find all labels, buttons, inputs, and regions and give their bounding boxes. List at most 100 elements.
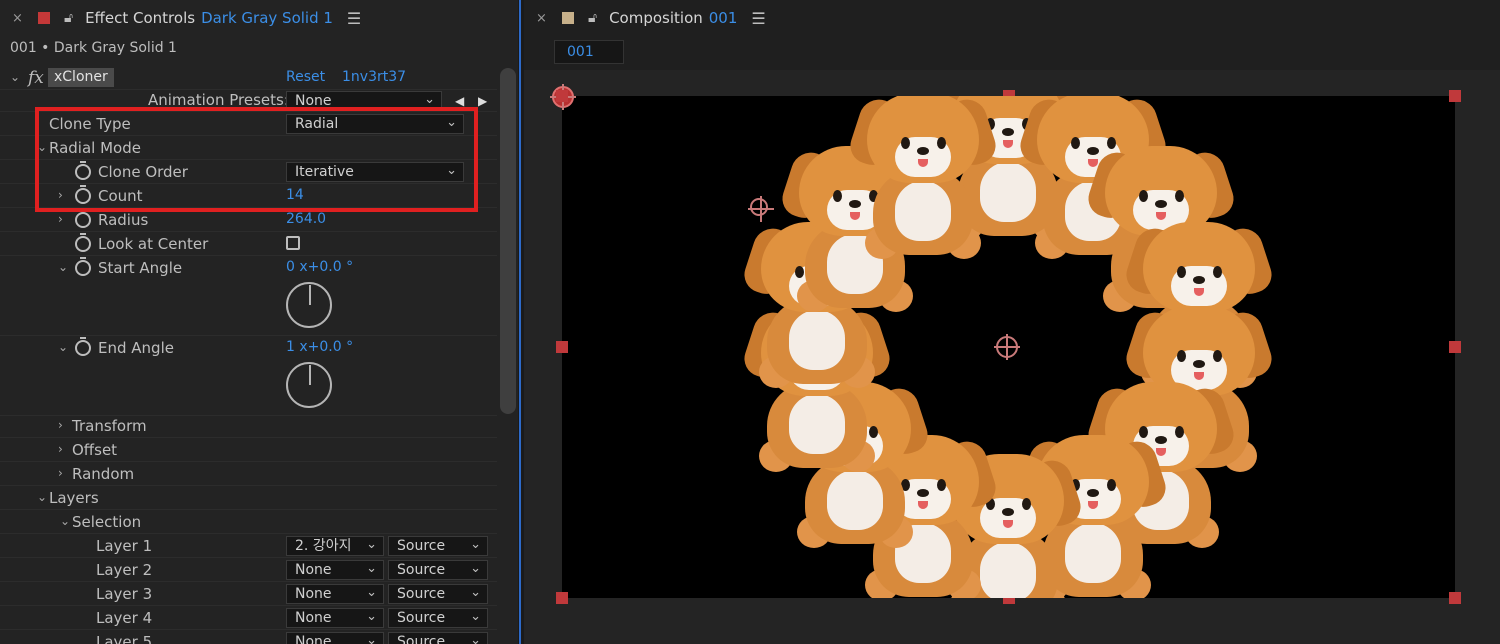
reset-button[interactable]: Reset: [286, 69, 325, 85]
vertical-scrollbar[interactable]: [500, 68, 516, 414]
panel-layer-name[interactable]: Dark Gray Solid 1: [201, 9, 333, 27]
chevron-down-icon[interactable]: ⌄: [10, 70, 20, 84]
source-value: Source: [397, 538, 446, 554]
composition-name[interactable]: 001: [709, 9, 738, 27]
puppy-clone: [845, 96, 1001, 265]
effect-name[interactable]: xCloner: [48, 68, 114, 87]
panel-title: Composition: [609, 9, 703, 27]
source-dropdown[interactable]: Source ⌄: [388, 632, 488, 644]
layer-label: Layer 2: [96, 561, 153, 579]
start-angle-dial[interactable]: [286, 282, 332, 328]
chevron-down-icon[interactable]: ⌄: [37, 490, 47, 504]
source-dropdown[interactable]: Source ⌄: [388, 560, 488, 580]
radius-value[interactable]: 264.0: [286, 211, 326, 227]
layer-value: None: [295, 562, 332, 578]
chevron-right-icon[interactable]: ›: [58, 466, 63, 480]
layer-value: 2. 강아지: [295, 538, 352, 554]
chevron-down-icon: ⌄: [470, 561, 481, 576]
layer-path: 001 • Dark Gray Solid 1: [10, 40, 177, 56]
layers-group[interactable]: ⌄ Layers: [0, 486, 497, 510]
composition-flow-tab[interactable]: 001: [554, 40, 624, 64]
offset-label: Offset: [72, 441, 118, 459]
chevron-down-icon: ⌄: [470, 585, 481, 600]
chevron-down-icon[interactable]: ⌄: [60, 514, 70, 528]
about-link[interactable]: 1nv3rt37: [342, 69, 406, 85]
end-angle-value[interactable]: 1 x+0.0 °: [286, 339, 353, 355]
transform-label: Transform: [72, 417, 147, 435]
source-value: Source: [397, 610, 446, 626]
layer-row-5: Layer 5 None ⌄ Source ⌄: [0, 630, 497, 644]
look-at-center-checkbox[interactable]: [286, 236, 300, 250]
offset-group[interactable]: › Offset: [0, 438, 497, 462]
layer-value: None: [295, 586, 332, 602]
layer-row-3: Layer 3 None ⌄ Source ⌄: [0, 582, 497, 606]
composition-tab[interactable]: × 🔓︎ Composition 001 ☰: [524, 0, 1500, 36]
fx-icon[interactable]: fx: [28, 68, 44, 88]
anchor-point-icon[interactable]: [994, 334, 1020, 360]
transform-handle[interactable]: [1449, 592, 1461, 604]
transform-group[interactable]: › Transform: [0, 414, 497, 438]
look-at-center-label: Look at Center: [98, 235, 209, 253]
label-color-swatch[interactable]: [562, 12, 574, 24]
lock-icon[interactable]: 🔓︎: [64, 10, 73, 26]
end-angle-dial[interactable]: [286, 362, 332, 408]
chevron-down-icon[interactable]: ⌄: [58, 340, 68, 354]
layer-dropdown[interactable]: None ⌄: [286, 608, 384, 628]
close-tab-icon[interactable]: ×: [12, 11, 32, 26]
chevron-down-icon: ⌄: [470, 633, 481, 644]
transform-handle[interactable]: [556, 341, 568, 353]
layer-dropdown[interactable]: None ⌄: [286, 560, 384, 580]
transform-handle[interactable]: [1449, 341, 1461, 353]
stopwatch-icon[interactable]: [75, 257, 91, 276]
close-tab-icon[interactable]: ×: [536, 11, 556, 26]
layer-row-2: Layer 2 None ⌄ Source ⌄: [0, 558, 497, 582]
effect-header-row[interactable]: ⌄ fx xCloner Reset 1nv3rt37: [0, 66, 497, 90]
effect-controls-tab[interactable]: × 🔓︎ Effect Controls Dark Gray Solid 1 ☰: [0, 0, 518, 36]
source-value: Source: [397, 586, 446, 602]
source-dropdown[interactable]: Source ⌄: [388, 536, 488, 556]
source-value: Source: [397, 634, 446, 644]
label-color-swatch[interactable]: [38, 12, 50, 24]
composition-frame[interactable]: [562, 96, 1455, 598]
composition-viewer[interactable]: [524, 70, 1500, 644]
layer-row-1: Layer 1 2. 강아지 ⌄ Source ⌄: [0, 534, 497, 558]
transform-handle[interactable]: [1449, 90, 1461, 102]
chevron-down-icon: ⌄: [366, 537, 377, 552]
layer-value: None: [295, 634, 332, 644]
panel-menu-icon[interactable]: ☰: [751, 9, 765, 28]
layer-dropdown[interactable]: None ⌄: [286, 632, 384, 644]
layer-dropdown[interactable]: 2. 강아지 ⌄: [286, 536, 384, 556]
chevron-down-icon: ⌄: [366, 585, 377, 600]
stopwatch-icon[interactable]: [75, 233, 91, 252]
panel-menu-icon[interactable]: ☰: [347, 9, 361, 28]
selection-group[interactable]: ⌄ Selection: [0, 510, 497, 534]
chevron-down-icon: ⌄: [366, 561, 377, 576]
source-value: Source: [397, 562, 446, 578]
lock-icon[interactable]: 🔓︎: [588, 10, 597, 26]
layer-label: Layer 4: [96, 609, 153, 627]
chevron-right-icon[interactable]: ›: [58, 212, 63, 226]
layer-label: Layer 1: [96, 537, 153, 555]
start-angle-value[interactable]: 0 x+0.0 °: [286, 259, 353, 275]
selection-label: Selection: [72, 513, 142, 531]
stopwatch-icon[interactable]: [75, 209, 91, 228]
transform-handle[interactable]: [556, 592, 568, 604]
chevron-right-icon[interactable]: ›: [58, 418, 63, 432]
look-at-center-row: Look at Center: [0, 232, 497, 256]
layer-dropdown[interactable]: None ⌄: [286, 584, 384, 604]
chevron-down-icon[interactable]: ⌄: [58, 260, 68, 274]
source-dropdown[interactable]: Source ⌄: [388, 608, 488, 628]
random-group[interactable]: › Random: [0, 462, 497, 486]
stopwatch-icon[interactable]: [75, 337, 91, 356]
end-angle-label: End Angle: [98, 339, 174, 357]
chevron-down-icon: ⌄: [470, 537, 481, 552]
source-dropdown[interactable]: Source ⌄: [388, 584, 488, 604]
layer-value: None: [295, 610, 332, 626]
transform-handle[interactable]: [556, 90, 568, 102]
next-preset-icon[interactable]: ▶: [478, 94, 487, 108]
layer-label: Layer 3: [96, 585, 153, 603]
previous-preset-icon[interactable]: ◀: [455, 94, 464, 108]
composition-panel: × 🔓︎ Composition 001 ☰ 001: [524, 0, 1500, 644]
layer-label: Layer 5: [96, 633, 153, 644]
chevron-right-icon[interactable]: ›: [58, 442, 63, 456]
